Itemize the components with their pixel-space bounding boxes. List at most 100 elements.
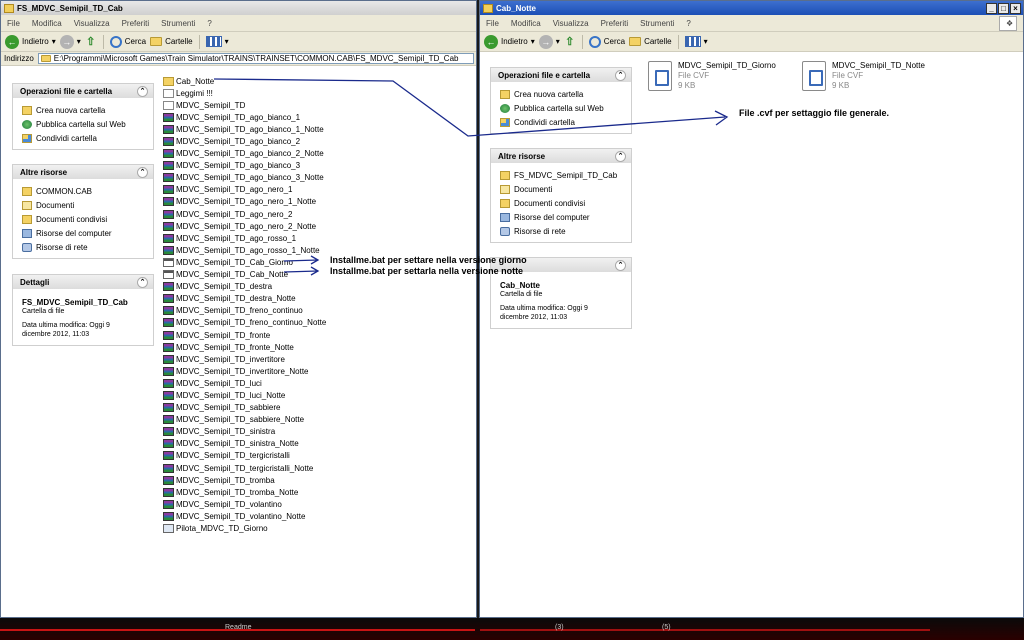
collapse-chevron-icon[interactable]: ⌃ bbox=[137, 276, 148, 288]
right-titlebar[interactable]: Cab_Notte _ □ × bbox=[480, 1, 1023, 15]
collapse-chevron-icon[interactable]: ⌃ bbox=[615, 150, 626, 162]
menu-help[interactable]: ? bbox=[201, 19, 217, 28]
taskbar-badge[interactable]: (3) bbox=[555, 624, 564, 631]
search-button[interactable]: Cerca bbox=[109, 35, 146, 48]
file-row[interactable]: MDVC_Semipil_TD_ago_nero_1 bbox=[163, 184, 326, 196]
file-row[interactable]: MDVC_Semipil_TD_ago_nero_2 bbox=[163, 208, 326, 220]
place-risorse-rete[interactable]: Risorse di rete bbox=[500, 224, 631, 238]
forward-button[interactable]: → ▾ bbox=[538, 34, 560, 49]
back-button[interactable]: ← Indietro ▾ bbox=[484, 34, 535, 49]
file-row[interactable]: MDVC_Semipil_TD_sabbiere bbox=[163, 402, 326, 414]
tasks-panel-header[interactable]: Operazioni file e cartella ⌃ bbox=[13, 84, 153, 98]
collapse-chevron-icon[interactable]: ⌃ bbox=[615, 259, 626, 271]
task-share-folder[interactable]: Condividi cartella bbox=[22, 131, 153, 145]
tasks-panel-header[interactable]: Operazioni file e cartella ⌃ bbox=[491, 68, 631, 82]
task-new-folder[interactable]: Crea nuova cartella bbox=[22, 103, 153, 117]
file-row[interactable]: MDVC_Semipil_TD_freno_continuo_Notte bbox=[163, 317, 326, 329]
views-button[interactable]: ▾ bbox=[684, 36, 708, 47]
file-row[interactable]: MDVC_Semipil_TD_ago_bianco_1 bbox=[163, 111, 326, 123]
task-publish-web[interactable]: Pubblica cartella sul Web bbox=[22, 117, 153, 131]
place-common-cab[interactable]: COMMON.CAB bbox=[22, 184, 153, 198]
file-row[interactable]: MDVC_Semipil_TD_destra_Notte bbox=[163, 293, 326, 305]
file-row[interactable]: MDVC_Semipil_TD_ago_bianco_3_Notte bbox=[163, 172, 326, 184]
menu-strumenti[interactable]: Strumenti bbox=[634, 19, 680, 28]
menu-visualizza[interactable]: Visualizza bbox=[547, 19, 595, 28]
menu-preferiti[interactable]: Preferiti bbox=[595, 19, 635, 28]
file-row[interactable]: MDVC_Semipil_TD bbox=[163, 99, 326, 111]
views-button[interactable]: ▾ bbox=[205, 36, 229, 47]
back-button[interactable]: ← Indietro ▾ bbox=[5, 34, 56, 49]
task-publish-web[interactable]: Pubblica cartella sul Web bbox=[500, 101, 631, 115]
file-row[interactable]: Leggimi !!! bbox=[163, 87, 326, 99]
place-documenti-condivisi[interactable]: Documenti condivisi bbox=[22, 212, 153, 226]
file-row[interactable]: Cab_Notte bbox=[163, 75, 326, 87]
file-row[interactable]: MDVC_Semipil_TD_freno_continuo bbox=[163, 305, 326, 317]
menu-modifica[interactable]: Modifica bbox=[26, 19, 68, 28]
file-row[interactable]: MDVC_Semipil_TD_volantino bbox=[163, 498, 326, 510]
up-folder-icon[interactable]: ⇧ bbox=[85, 36, 97, 48]
menu-file[interactable]: File bbox=[480, 19, 505, 28]
left-titlebar[interactable]: FS_MDVC_Semipil_TD_Cab bbox=[1, 1, 476, 15]
file-row[interactable]: MDVC_Semipil_TD_sabbiere_Notte bbox=[163, 414, 326, 426]
taskbar-badge[interactable]: (5) bbox=[662, 624, 671, 631]
file-tile[interactable]: MDVC_Semipil_TD_Notte File CVF 9 KB bbox=[802, 61, 925, 91]
file-row[interactable]: MDVC_Semipil_TD_invertitore bbox=[163, 353, 326, 365]
place-parent-folder[interactable]: FS_MDVC_Semipil_TD_Cab bbox=[500, 168, 631, 182]
file-row[interactable]: MDVC_Semipil_TD_volantino_Notte bbox=[163, 510, 326, 522]
forward-button[interactable]: → ▾ bbox=[59, 34, 81, 49]
collapse-chevron-icon[interactable]: ⌃ bbox=[137, 85, 148, 97]
file-row[interactable]: MDVC_Semipil_TD_tromba_Notte bbox=[163, 486, 326, 498]
file-tile[interactable]: MDVC_Semipil_TD_Giorno File CVF 9 KB bbox=[648, 61, 776, 91]
minimize-button[interactable]: _ bbox=[986, 2, 997, 14]
file-row[interactable]: MDVC_Semipil_TD_destra bbox=[163, 281, 326, 293]
file-row[interactable]: MDVC_Semipil_TD_sinistra bbox=[163, 426, 326, 438]
menu-visualizza[interactable]: Visualizza bbox=[68, 19, 116, 28]
place-risorse-computer[interactable]: Risorse del computer bbox=[22, 226, 153, 240]
menu-modifica[interactable]: Modifica bbox=[505, 19, 547, 28]
file-row[interactable]: MDVC_Semipil_TD_Cab_Notte bbox=[163, 269, 326, 281]
file-row[interactable]: MDVC_Semipil_TD_Cab_Giorno bbox=[163, 256, 326, 268]
place-risorse-computer[interactable]: Risorse del computer bbox=[500, 210, 631, 224]
place-documenti-condivisi[interactable]: Documenti condivisi bbox=[500, 196, 631, 210]
file-row[interactable]: MDVC_Semipil_TD_ago_bianco_2_Notte bbox=[163, 148, 326, 160]
file-row[interactable]: MDVC_Semipil_TD_ago_bianco_3 bbox=[163, 160, 326, 172]
folders-button[interactable]: Cartelle bbox=[150, 37, 193, 46]
file-row[interactable]: MDVC_Semipil_TD_sinistra_Notte bbox=[163, 438, 326, 450]
collapse-chevron-icon[interactable]: ⌃ bbox=[615, 69, 626, 81]
file-row[interactable]: MDVC_Semipil_TD_ago_rosso_1 bbox=[163, 232, 326, 244]
close-button[interactable]: × bbox=[1010, 2, 1021, 14]
file-row[interactable]: MDVC_Semipil_TD_luci bbox=[163, 377, 326, 389]
menu-file[interactable]: File bbox=[1, 19, 26, 28]
collapse-chevron-icon[interactable]: ⌃ bbox=[137, 166, 148, 178]
file-row[interactable]: MDVC_Semipil_TD_tergicristalli_Notte bbox=[163, 462, 326, 474]
file-row[interactable]: MDVC_Semipil_TD_ago_bianco_2 bbox=[163, 135, 326, 147]
file-row[interactable]: MDVC_Semipil_TD_luci_Notte bbox=[163, 389, 326, 401]
file-row[interactable]: MDVC_Semipil_TD_tromba bbox=[163, 474, 326, 486]
file-row[interactable]: MDVC_Semipil_TD_ago_nero_2_Notte bbox=[163, 220, 326, 232]
menu-preferiti[interactable]: Preferiti bbox=[116, 19, 156, 28]
maximize-button[interactable]: □ bbox=[998, 2, 1009, 14]
file-row[interactable]: MDVC_Semipil_TD_tergicristalli bbox=[163, 450, 326, 462]
place-risorse-rete[interactable]: Risorse di rete bbox=[22, 240, 153, 254]
taskbar-item-readme[interactable]: Readme bbox=[225, 624, 251, 631]
file-row[interactable]: MDVC_Semipil_TD_ago_nero_1_Notte bbox=[163, 196, 326, 208]
details-header[interactable]: Dettagli ⌃ bbox=[13, 275, 153, 289]
file-row[interactable]: MDVC_Semipil_TD_fronte_Notte bbox=[163, 341, 326, 353]
up-folder-icon[interactable]: ⇧ bbox=[564, 36, 576, 48]
file-row[interactable]: MDVC_Semipil_TD_ago_bianco_1_Notte bbox=[163, 123, 326, 135]
address-input[interactable]: E:\Programmi\Microsoft Games\Train Simul… bbox=[37, 53, 474, 64]
other-places-header[interactable]: Altre risorse ⌃ bbox=[13, 165, 153, 179]
file-row[interactable]: MDVC_Semipil_TD_ago_rosso_1_Notte bbox=[163, 244, 326, 256]
place-documenti[interactable]: Documenti bbox=[22, 198, 153, 212]
place-documenti[interactable]: Documenti bbox=[500, 182, 631, 196]
folders-button[interactable]: Cartelle bbox=[629, 37, 672, 46]
file-row[interactable]: MDVC_Semipil_TD_invertitore_Notte bbox=[163, 365, 326, 377]
other-places-header[interactable]: Altre risorse ⌃ bbox=[491, 149, 631, 163]
task-new-folder[interactable]: Crea nuova cartella bbox=[500, 87, 631, 101]
menu-strumenti[interactable]: Strumenti bbox=[155, 19, 201, 28]
menu-help[interactable]: ? bbox=[680, 19, 696, 28]
task-share-folder[interactable]: Condividi cartella bbox=[500, 115, 631, 129]
search-button[interactable]: Cerca bbox=[588, 35, 625, 48]
file-row[interactable]: Pilota_MDVC_TD_Giorno bbox=[163, 522, 326, 534]
file-row[interactable]: MDVC_Semipil_TD_fronte bbox=[163, 329, 326, 341]
